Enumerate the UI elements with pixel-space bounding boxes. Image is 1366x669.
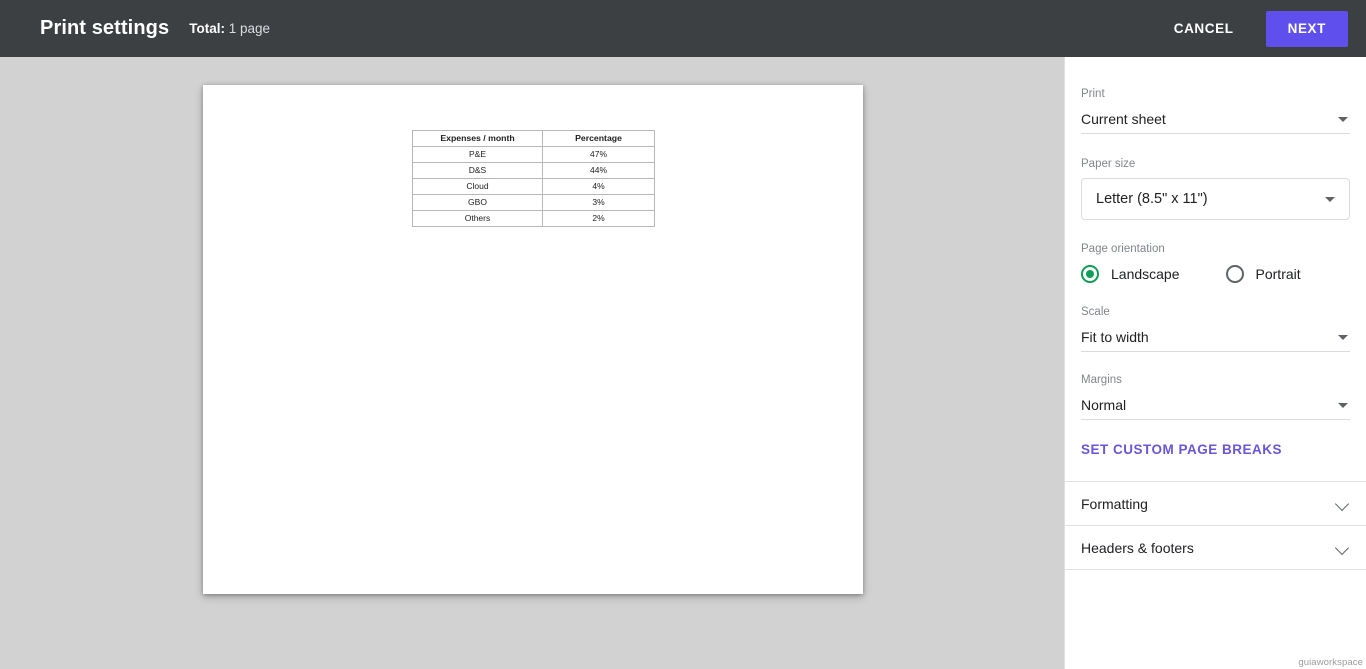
table-cell-category: Others [412,210,543,227]
page-count-status: Total: 1 page [189,21,270,36]
table-header-row: Expenses / month Percentage [412,130,655,147]
radio-icon-portrait[interactable] [1225,265,1244,283]
paper-size-select[interactable]: Letter (8.5" x 11") [1081,178,1350,220]
page-count-value: 1 page [228,21,271,36]
page-title: Print settings [40,17,170,39]
chevron-down-icon [1338,116,1348,122]
table-header-cell: Percentage [542,130,655,147]
scale-label: Scale [1081,306,1110,318]
margins-select[interactable]: Normal [1081,390,1350,420]
paper-size-label: Paper size [1081,158,1136,170]
scale-select[interactable]: Fit to width [1081,322,1350,352]
print-scope-field: Print Current sheet [1081,87,1350,134]
print-settings-screen: Print settings Total: 1 page CANCEL NEXT… [0,0,1366,669]
table-cell-percentage: 44% [542,162,655,179]
margins-value: Normal [1081,396,1127,413]
page-orientation-radio-group: Landscape Portrait [1081,265,1350,283]
radio-option-landscape[interactable]: Landscape [1081,265,1180,283]
sidebar-divider [1065,569,1366,570]
paper-size-field: Paper size Letter (8.5" x 11") [1081,157,1350,220]
chevron-down-icon [1338,402,1348,408]
accordion-formatting-label: Formatting [1081,495,1148,512]
table-row: P&E 47% [412,146,655,163]
accordion-headers-footers-label: Headers & footers [1081,539,1194,556]
print-settings-sidebar: Print Current sheet Paper size Letter (8… [1064,57,1366,669]
radio-label-landscape: Landscape [1111,266,1180,282]
accordion-headers-footers[interactable]: Headers & footers [1065,526,1366,569]
page-orientation-field: Page orientation Landscape Portrait [1081,242,1350,283]
print-preview-area: Expenses / month Percentage P&E 47% D&S … [0,57,1064,669]
watermark: guiaworkspace [1298,657,1363,668]
next-button[interactable]: NEXT [1265,10,1348,47]
table-cell-category: Cloud [412,178,543,195]
table-cell-percentage: 2% [542,210,655,227]
chevron-down-icon [1336,541,1350,555]
radio-icon-landscape[interactable] [1081,265,1099,283]
top-app-bar: Print settings Total: 1 page CANCEL NEXT [0,0,1366,57]
table-header-cell: Expenses / month [412,130,543,147]
table-cell-category: P&E [412,146,543,163]
accordion-formatting[interactable]: Formatting [1065,482,1366,525]
preview-page-sheet: Expenses / month Percentage P&E 47% D&S … [203,85,863,594]
paper-size-value: Letter (8.5" x 11") [1096,191,1208,207]
print-scope-label: Print [1081,88,1105,100]
margins-field: Margins Normal [1081,373,1350,420]
page-orientation-label: Page orientation [1081,243,1165,255]
table-cell-percentage: 47% [542,146,655,163]
table-cell-category: D&S [412,162,543,179]
chevron-down-icon [1325,197,1335,202]
cancel-button[interactable]: CANCEL [1160,12,1248,45]
radio-option-portrait[interactable]: Portrait [1225,265,1301,283]
radio-label-portrait: Portrait [1255,266,1301,282]
chevron-down-icon [1338,334,1348,340]
table-row: GBO 3% [412,194,655,211]
print-scope-value: Current sheet [1081,110,1166,127]
table-cell-category: GBO [412,194,543,211]
table-cell-percentage: 4% [542,178,655,195]
table-cell-percentage: 3% [542,194,655,211]
expenses-table: Expenses / month Percentage P&E 47% D&S … [412,130,655,227]
scale-field: Scale Fit to width [1081,305,1350,352]
print-scope-select[interactable]: Current sheet [1081,104,1350,134]
table-row: Cloud 4% [412,178,655,195]
table-row: Others 2% [412,210,655,227]
table-row: D&S 44% [412,162,655,179]
page-count-label: Total: [189,21,225,36]
scale-value: Fit to width [1081,328,1149,345]
chevron-down-icon [1336,497,1350,511]
margins-label: Margins [1081,374,1122,386]
set-custom-page-breaks-button[interactable]: SET CUSTOM PAGE BREAKS [1081,442,1282,457]
